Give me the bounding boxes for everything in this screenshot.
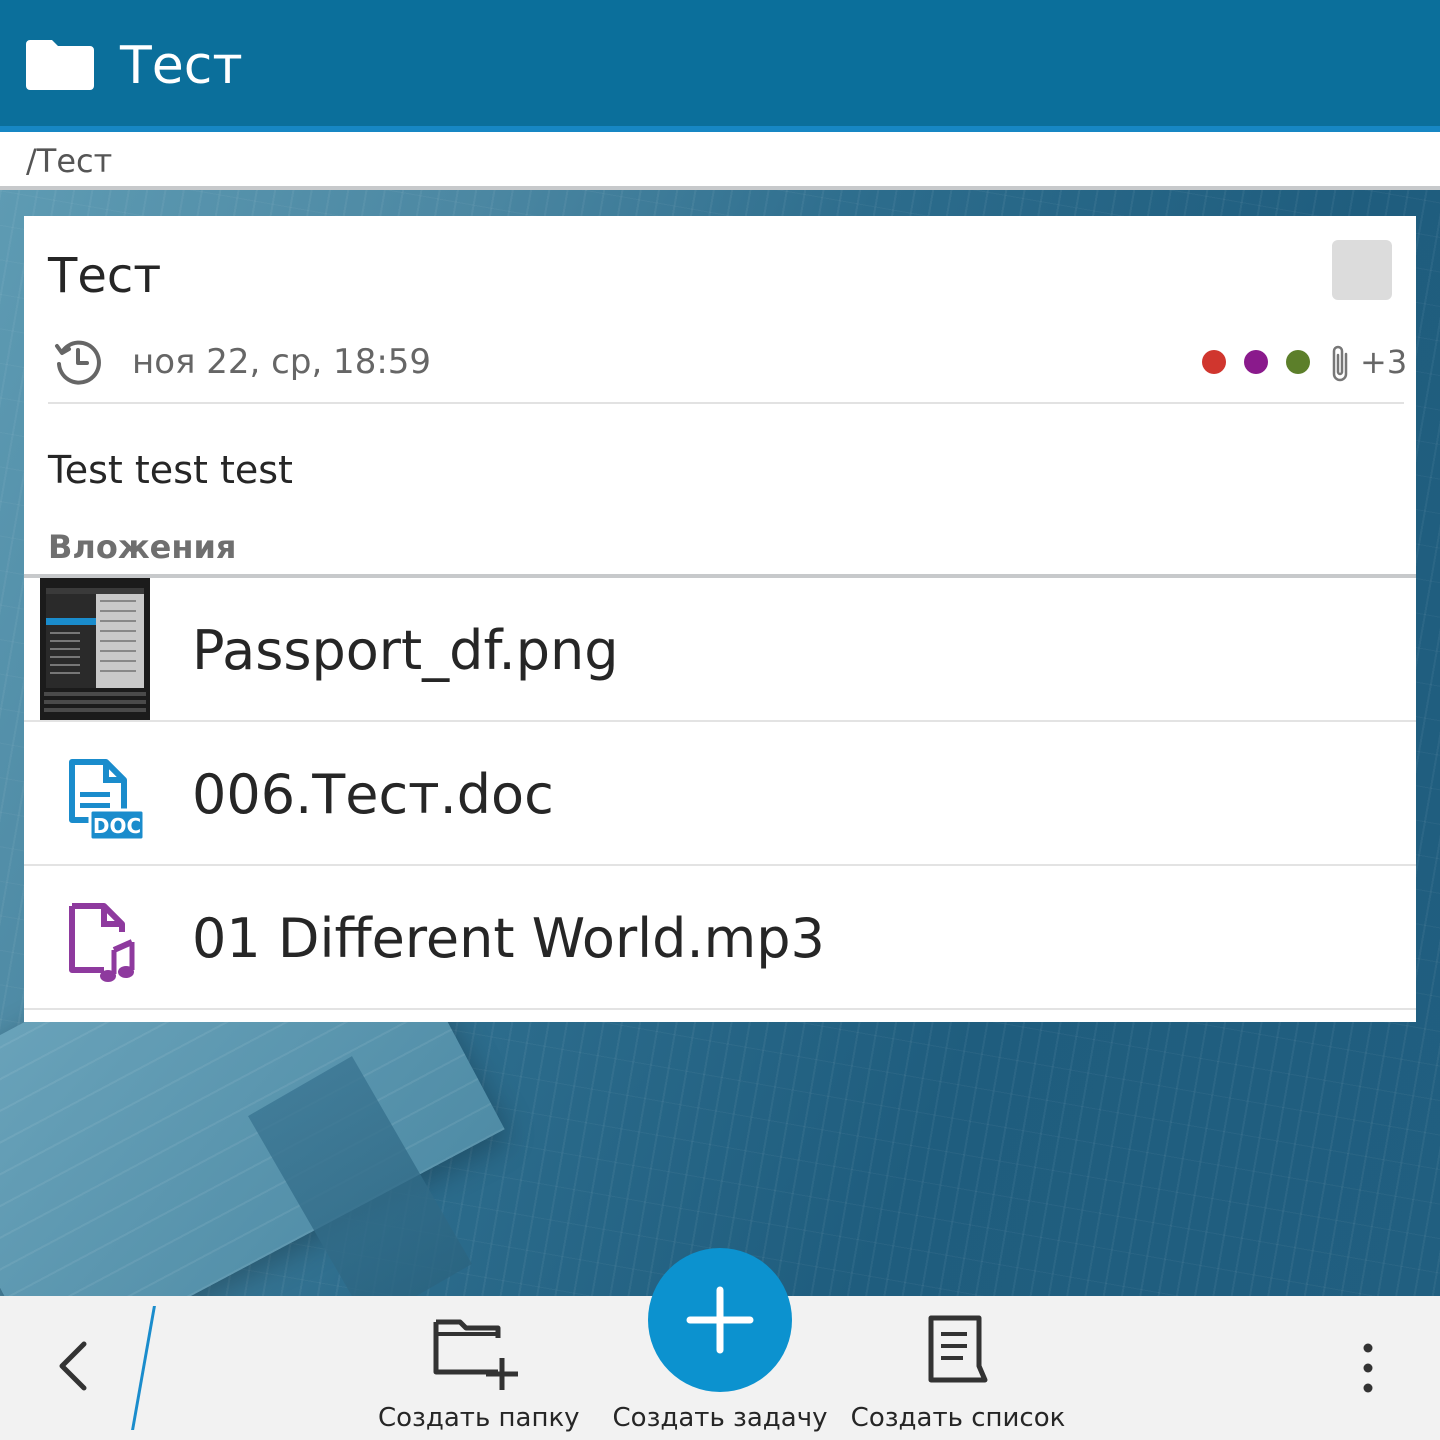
title-bar: Тест bbox=[0, 0, 1440, 132]
doc-badge-text: DOC bbox=[93, 814, 141, 838]
create-task-button[interactable] bbox=[648, 1248, 792, 1392]
attachment-item-doc[interactable]: DOC 006.Тест.doc bbox=[24, 722, 1416, 866]
attachments-section-label: Вложения bbox=[48, 528, 237, 566]
attachment-name: 01 Different World.mp3 bbox=[192, 907, 825, 970]
back-button[interactable] bbox=[40, 1326, 110, 1406]
attachment-name: 006.Тест.doc bbox=[192, 763, 554, 826]
attachments-extra-count: +3 bbox=[1360, 343, 1408, 381]
attachment-item-audio[interactable]: 01 Different World.mp3 bbox=[24, 866, 1416, 1010]
note-checkbox[interactable] bbox=[1332, 240, 1392, 300]
list-document-icon bbox=[928, 1315, 988, 1383]
paperclip-icon bbox=[1332, 345, 1348, 382]
create-list-button[interactable]: Создать список bbox=[850, 1296, 1066, 1440]
overflow-menu-button[interactable] bbox=[1346, 1336, 1390, 1400]
tag-dot-purple bbox=[1244, 350, 1268, 374]
breadcrumb[interactable]: /Тест bbox=[0, 132, 1440, 190]
note-body: Test test test bbox=[48, 448, 293, 492]
create-folder-button[interactable]: Создать папку bbox=[378, 1296, 580, 1440]
create-folder-label: Создать папку bbox=[378, 1403, 580, 1433]
divider bbox=[48, 402, 1404, 404]
tag-dot-green bbox=[1286, 350, 1310, 374]
breadcrumb-path[interactable]: /Тест bbox=[26, 142, 112, 180]
create-list-label: Создать список bbox=[850, 1403, 1066, 1433]
plus-icon bbox=[686, 1286, 754, 1354]
note-card: Тест ноя 22, ср, 18:59 +3 Test test test… bbox=[24, 216, 1416, 1022]
action-bar-divider bbox=[131, 1306, 156, 1430]
attachment-name: Passport_df.png bbox=[192, 619, 619, 682]
create-task-label: Создать задачу bbox=[612, 1403, 828, 1433]
folder-icon bbox=[26, 40, 94, 90]
note-date: ноя 22, ср, 18:59 bbox=[132, 342, 432, 382]
image-thumbnail bbox=[40, 578, 150, 720]
doc-file-icon: DOC bbox=[69, 759, 146, 842]
attachment-item-image[interactable]: Passport_df.png bbox=[24, 578, 1416, 722]
folder-add-icon bbox=[433, 1319, 518, 1390]
tag-dot-red bbox=[1202, 350, 1226, 374]
note-title: Тест bbox=[48, 248, 162, 304]
phone-screenshot-thumbnail bbox=[40, 578, 150, 720]
clock-history-icon bbox=[55, 340, 101, 385]
page-title: Тест bbox=[120, 36, 243, 96]
audio-file-icon bbox=[69, 903, 135, 982]
